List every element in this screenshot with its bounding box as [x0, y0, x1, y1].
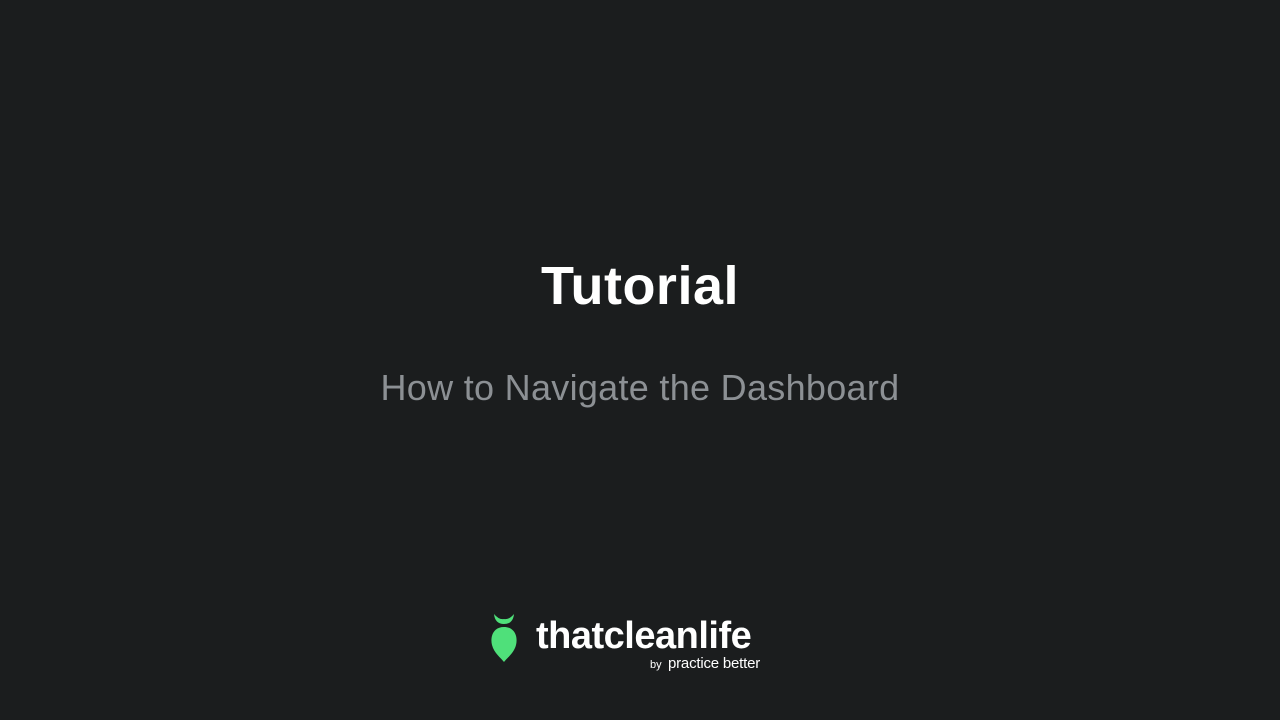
slide-title: Tutorial	[541, 256, 739, 316]
brand-parent-name: practice better	[668, 655, 761, 672]
brand-name: thatcleanlife	[536, 615, 752, 657]
title-slide: Tutorial How to Navigate the Dashboard t…	[0, 0, 1280, 720]
brand-by-label: by	[650, 659, 662, 671]
slide-subtitle: How to Navigate the Dashboard	[380, 367, 900, 408]
radish-leaf-icon	[491, 614, 517, 662]
brand-logo: thatcleanlife by practice better	[488, 610, 798, 676]
